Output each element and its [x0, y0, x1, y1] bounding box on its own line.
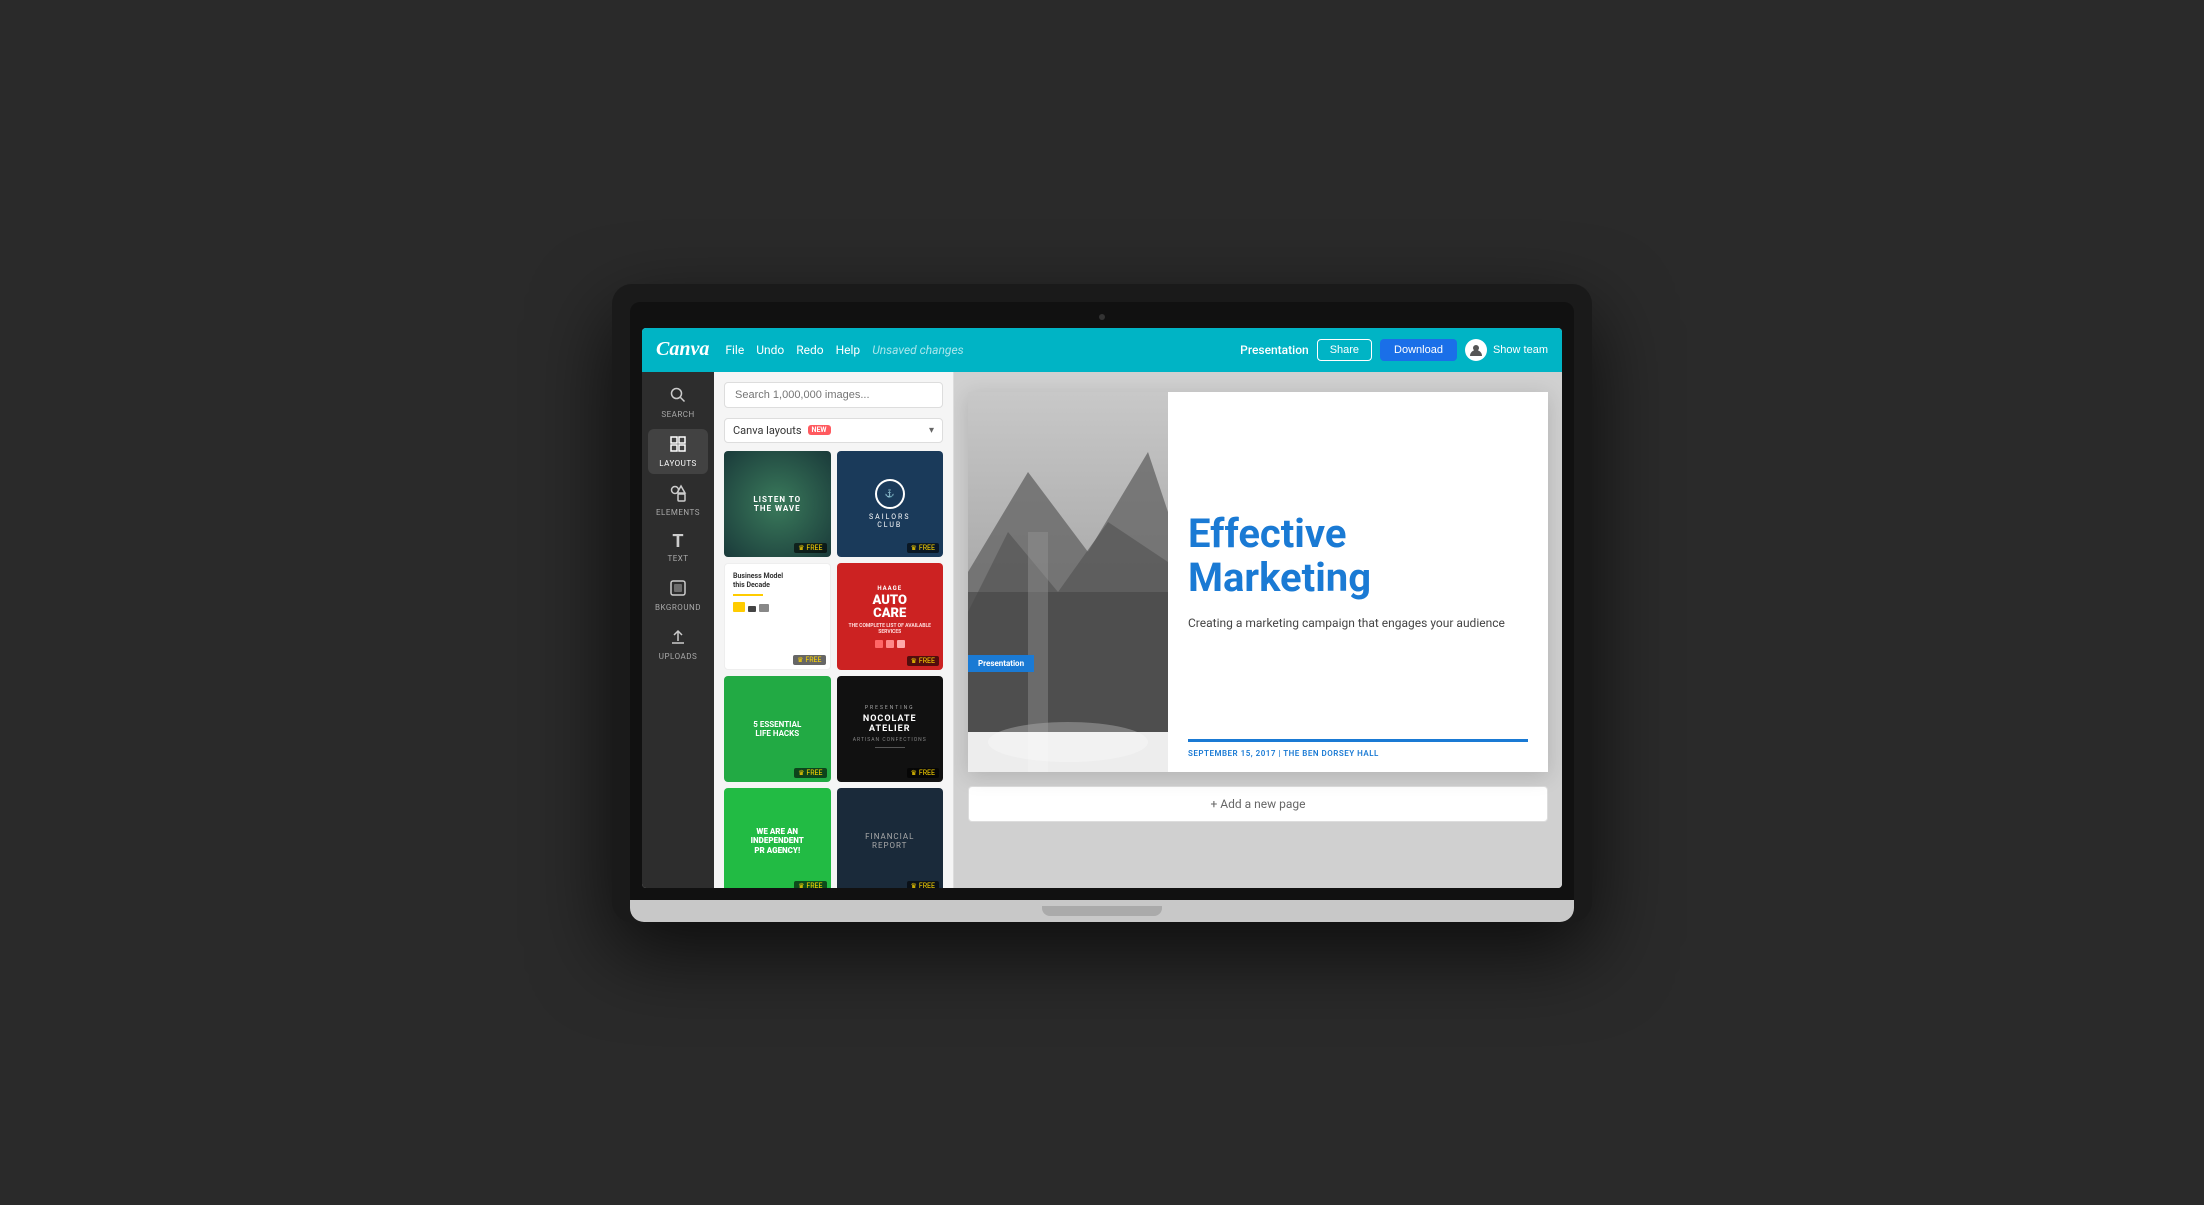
uploads-icon — [669, 628, 687, 649]
slide-content: Effective Marketing Creating a marketing… — [1168, 392, 1548, 772]
sidebar-item-search-label: SEARCH — [661, 410, 694, 419]
sidebar-item-background[interactable]: BKGROUND — [648, 573, 708, 618]
layout-card-1-content: LISTEN TOTHE WAVE — [724, 451, 831, 558]
menu-file[interactable]: File — [725, 343, 744, 357]
sidebar-item-elements-label: ELEMENTS — [656, 508, 700, 517]
sidebar-item-uploads-label: UPLOADS — [659, 652, 697, 661]
layout-card-8[interactable]: FINANCIALREPORT ♛FREE — [837, 788, 944, 888]
search-icon — [669, 386, 687, 407]
layout-card-4[interactable]: HAAGE AUTOCARE THE COMPLETE LIST OF AVAI… — [837, 563, 944, 670]
free-badge-3: ♛FREE — [793, 655, 825, 665]
layouts-icon — [669, 435, 687, 456]
layout-card-3-content: Business Modelthis Decade — [725, 564, 830, 669]
topbar-menu: File Undo Redo Help Unsaved changes — [725, 343, 963, 357]
text-icon: T — [672, 533, 683, 551]
panel-search-area — [714, 372, 953, 418]
sidebar-item-search[interactable]: SEARCH — [648, 380, 708, 425]
slide-title: Effective Marketing — [1188, 512, 1528, 600]
layout-card-7[interactable]: WE ARE ANINDEPENDENTPR AGENCY! ♛FREE — [724, 788, 831, 888]
laptop-notch — [1042, 906, 1162, 916]
slide-subtitle: Creating a marketing campaign that engag… — [1188, 614, 1528, 632]
avatar — [1465, 339, 1487, 361]
dropdown-left: Canva layouts NEW — [733, 424, 831, 437]
layout-card-2[interactable]: ⚓ SAILORSCLUB ♛FREE — [837, 451, 944, 558]
layout-card-8-content: FINANCIALREPORT — [837, 788, 944, 888]
layout-card-5[interactable]: 5 EssentialLife Hacks ♛FREE — [724, 676, 831, 783]
laptop-screen: Canva File Undo Redo Help Unsaved change… — [642, 328, 1562, 888]
layout-card-3[interactable]: Business Modelthis Decade ♛FREE — [724, 563, 831, 670]
layout-card-4-content: HAAGE AUTOCARE THE COMPLETE LIST OF AVAI… — [837, 563, 944, 670]
chevron-down-icon: ▾ — [929, 425, 934, 436]
download-button[interactable]: Download — [1380, 339, 1457, 361]
sidebar-item-text[interactable]: T TEXT — [648, 527, 708, 569]
canva-logo[interactable]: Canva — [656, 338, 709, 361]
sidebar-item-elements[interactable]: ELEMENTS — [648, 478, 708, 523]
slide-wrapper: Presentation Effective Marketing Creatin… — [968, 392, 1548, 772]
share-button[interactable]: Share — [1317, 339, 1372, 361]
menu-undo[interactable]: Undo — [756, 343, 784, 357]
layouts-dropdown[interactable]: Canva layouts NEW ▾ — [724, 418, 943, 443]
free-badge-8: ♛FREE — [907, 881, 939, 888]
elements-icon — [669, 484, 687, 505]
free-badge-1: ♛FREE — [794, 543, 826, 553]
free-badge-6: ♛FREE — [907, 768, 939, 778]
free-badge-4: ♛FREE — [907, 656, 939, 666]
topbar: Canva File Undo Redo Help Unsaved change… — [642, 328, 1562, 372]
app-body: SEARCH LAYOUTS — [642, 372, 1562, 888]
canvas-area: Presentation Effective Marketing Creatin… — [954, 372, 1562, 888]
slide-image — [968, 392, 1168, 772]
laptop-base — [630, 900, 1574, 922]
unsaved-changes: Unsaved changes — [872, 343, 963, 357]
slide-container[interactable]: Presentation Effective Marketing Creatin… — [968, 392, 1548, 772]
sidebar-item-layouts-label: LAYOUTS — [659, 459, 697, 468]
sidebar-item-uploads[interactable]: UPLOADS — [648, 622, 708, 667]
show-team-label: Show team — [1493, 344, 1548, 356]
slide-date: SEPTEMBER 15, 2017 | THE BEN DORSEY HALL — [1188, 749, 1379, 758]
layout-card-6-content: PRESENTING NOCOLATEATELIER ARTISAN CONFE… — [837, 676, 944, 783]
layout-card-1[interactable]: LISTEN TOTHE WAVE ♛FREE — [724, 451, 831, 558]
layout-card-5-content: 5 EssentialLife Hacks — [724, 676, 831, 783]
background-icon — [669, 579, 687, 600]
presentation-badge: Presentation — [968, 655, 1034, 672]
free-badge-2: ♛FREE — [907, 543, 939, 553]
presentation-label: Presentation — [1240, 343, 1309, 357]
layout-card-6[interactable]: PRESENTING NOCOLATEATELIER ARTISAN CONFE… — [837, 676, 944, 783]
add-page-button[interactable]: + Add a new page — [968, 786, 1548, 822]
dropdown-label: Canva layouts — [733, 424, 802, 437]
new-badge: NEW — [808, 425, 831, 435]
free-badge-5: ♛FREE — [794, 768, 826, 778]
search-input[interactable] — [724, 382, 943, 408]
show-team-button[interactable]: Show team — [1465, 339, 1548, 361]
slide-image-area: Presentation — [968, 392, 1168, 772]
layouts-grid: LISTEN TOTHE WAVE ♛FREE ⚓ — [714, 451, 953, 888]
layout-card-7-content: WE ARE ANINDEPENDENTPR AGENCY! — [724, 788, 831, 888]
panel: Canva layouts NEW ▾ LISTEN TOTHE WAVE — [714, 372, 954, 888]
sidebar-item-bkground-label: BKGROUND — [655, 603, 701, 612]
free-badge-7: ♛FREE — [794, 881, 826, 888]
menu-redo[interactable]: Redo — [796, 343, 823, 357]
sidebar-item-layouts[interactable]: LAYOUTS — [648, 429, 708, 474]
menu-help[interactable]: Help — [836, 343, 861, 357]
layout-card-2-content: ⚓ SAILORSCLUB — [837, 451, 944, 558]
sidebar: SEARCH LAYOUTS — [642, 372, 714, 888]
topbar-right: Presentation Share Download Show team — [1240, 339, 1548, 361]
sidebar-item-text-label: TEXT — [667, 554, 688, 563]
laptop-camera — [1099, 314, 1105, 320]
slide-bottom-bar — [1188, 739, 1528, 742]
